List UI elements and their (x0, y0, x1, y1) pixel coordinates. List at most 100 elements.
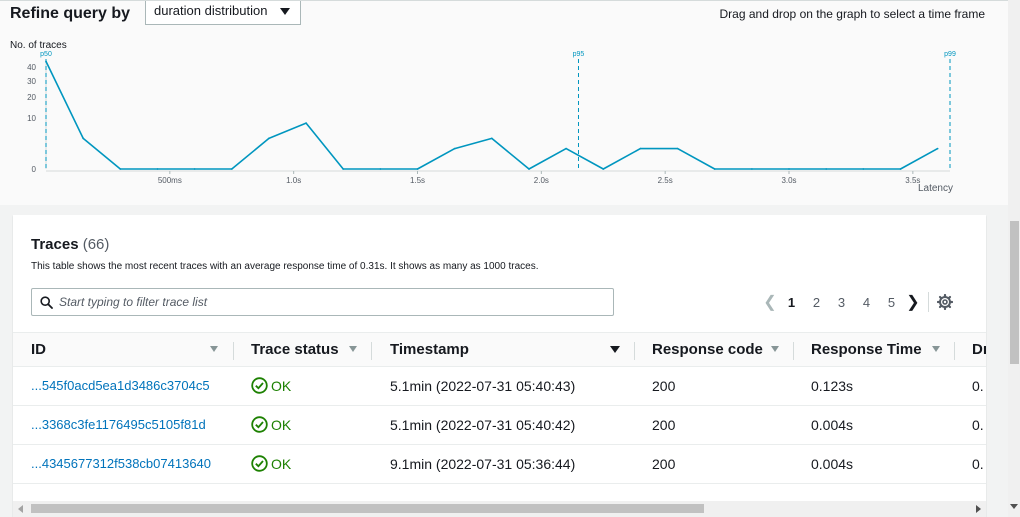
y-tick-label: 20 (27, 93, 36, 102)
data-point (639, 147, 642, 150)
data-point (825, 168, 828, 170)
col-header-response-time-label: Response Time (811, 341, 922, 358)
pagination: ❮ 1 2 3 4 5 ❯ (761, 292, 953, 312)
data-point (193, 168, 196, 170)
trace-id-link[interactable]: ...4345677312f538cb07413640 (31, 445, 211, 484)
vertical-scroll-thumb[interactable] (1010, 221, 1019, 364)
caret-down-icon (280, 8, 290, 15)
col-header-id[interactable]: ID (31, 333, 231, 368)
col-header-timestamp[interactable]: Timestamp (390, 333, 625, 368)
refine-query-select[interactable]: duration distribution (145, 1, 301, 25)
x-axis-label: Latency (918, 183, 953, 194)
y-tick-label: 40 (27, 63, 36, 72)
search-icon (40, 296, 53, 309)
col-header-response-code[interactable]: Response code (652, 333, 787, 368)
y-tick-label: 10 (27, 114, 36, 123)
x-tick-label: 500ms (158, 176, 182, 185)
sort-icon (349, 346, 357, 352)
page-2-button[interactable]: 2 (804, 295, 829, 310)
col-header-trace-status[interactable]: Trace status (251, 333, 371, 368)
col-separator (954, 342, 955, 360)
trace-status: OK (251, 406, 291, 445)
trace-response-code: 200 (652, 378, 676, 394)
table-row[interactable]: ...4345677312f538cb07413640 OK 9.1min (2… (13, 445, 986, 484)
percentile-label-p99: p99 (944, 51, 956, 58)
prev-page-icon[interactable]: ❮ (761, 292, 779, 312)
trace-response-time: 0.123s (811, 378, 854, 394)
sort-icon (210, 346, 218, 352)
scroll-down-icon[interactable] (1010, 504, 1018, 509)
data-point (268, 137, 270, 140)
x-tick-label: 1.5s (410, 176, 425, 185)
col-separator (793, 342, 794, 360)
data-point (936, 147, 939, 150)
x-tick-label: 1.0s (286, 176, 301, 185)
sort-icon (932, 346, 940, 352)
sort-descending-icon (610, 346, 620, 353)
trace-filter-box[interactable] (31, 288, 614, 316)
table-row[interactable]: ...3368c3fe1176495c5105f81d OK 5.1min (2… (13, 406, 986, 445)
scroll-right-icon[interactable] (976, 505, 981, 513)
trace-status: OK (251, 367, 291, 406)
data-point (416, 168, 419, 170)
duration-graph-panel: No. of traces 0 10 20 30 40 500ms 1.0s 1.5s 2.0s 2… (0, 0, 1008, 205)
trace-response-time: 0.004s (811, 417, 854, 433)
data-point (676, 147, 679, 150)
col-header-duration[interactable]: Dı (972, 333, 986, 368)
duration-distribution-chart[interactable]: No. of traces 0 10 20 30 40 500ms 1.0s 1.5s 2.0s 2… (0, 1, 1008, 206)
col-header-trace-status-label: Trace status (251, 341, 339, 358)
table-header: ID Trace status Timestamp Response code … (13, 332, 986, 367)
y-tick-label: 0 (32, 165, 37, 174)
data-point (45, 60, 47, 63)
y-tick-label: 30 (27, 77, 36, 86)
trace-status: OK (251, 445, 291, 484)
next-page-icon[interactable]: ❯ (904, 292, 922, 312)
page-1-button[interactable]: 1 (779, 295, 804, 310)
horizontal-scroll-thumb[interactable] (31, 504, 704, 513)
gear-icon[interactable] (937, 294, 953, 310)
trace-response-code: 200 (652, 456, 676, 472)
data-point (565, 147, 567, 150)
traces-description: This table shows the most recent traces … (31, 261, 539, 272)
trace-timestamp: 5.1min (2022-07-31 05:40:42) (390, 417, 576, 433)
table-row[interactable]: ...545f0acd5ea1d3486c3704c5 OK 5.1min (2… (13, 367, 986, 406)
data-point (713, 168, 716, 170)
data-point (379, 168, 382, 170)
vertical-scrollbar[interactable] (1008, 0, 1020, 517)
page-4-button[interactable]: 4 (854, 295, 879, 310)
percentile-label-p50: p50 (40, 51, 52, 58)
data-point (230, 168, 233, 170)
pager-divider (928, 292, 929, 312)
trace-id-link[interactable]: ...545f0acd5ea1d3486c3704c5 (31, 367, 210, 406)
page-3-button[interactable]: 3 (829, 295, 854, 310)
check-circle-icon (251, 455, 268, 472)
trace-timestamp: 9.1min (2022-07-31 05:36:44) (390, 456, 576, 472)
trace-status-label: OK (271, 456, 292, 472)
check-circle-icon (251, 377, 268, 394)
scroll-left-icon[interactable] (18, 505, 23, 513)
data-point (82, 137, 85, 140)
data-point (899, 168, 902, 170)
data-point (528, 168, 530, 170)
data-point (602, 168, 605, 170)
refine-query-select-value: duration distribution (154, 3, 268, 18)
trace-id-link[interactable]: ...3368c3fe1176495c5105f81d (31, 406, 206, 445)
trace-filter-input[interactable] (59, 292, 599, 312)
trace-duration: 0. (972, 417, 984, 433)
col-header-duration-label: Dı (972, 341, 986, 358)
traces-title: Traces (66) (31, 236, 109, 253)
x-tick-label: 2.5s (658, 176, 673, 185)
col-separator (634, 342, 635, 360)
data-point (342, 168, 345, 170)
data-point (119, 168, 122, 170)
horizontal-scrollbar[interactable] (13, 501, 986, 517)
traces-count: (66) (82, 236, 110, 253)
data-point (156, 168, 159, 170)
trace-timestamp: 5.1min (2022-07-31 05:40:43) (390, 378, 576, 394)
data-point (751, 168, 753, 170)
trace-duration: 0. (972, 456, 984, 472)
col-header-response-time[interactable]: Response Time (811, 333, 946, 368)
page-5-button[interactable]: 5 (879, 295, 904, 310)
trace-status-label: OK (271, 417, 292, 433)
trace-response-code: 200 (652, 417, 676, 433)
